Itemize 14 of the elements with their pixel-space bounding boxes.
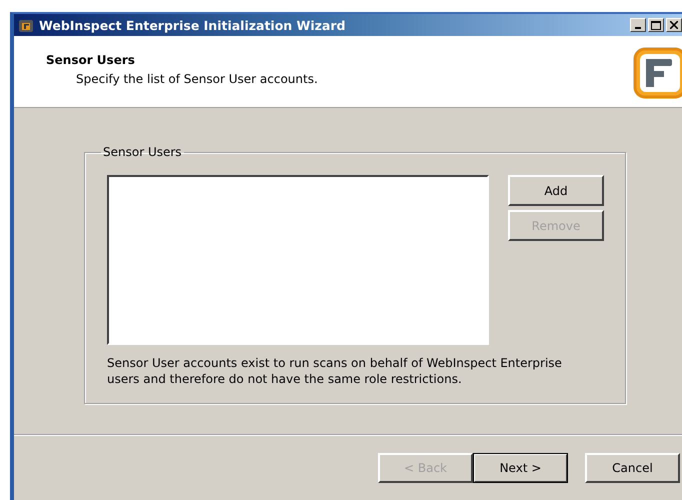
window-title: WebInspect Enterprise Initialization Wizard — [39, 18, 346, 33]
info-text: Sensor User accounts exist to run scans on behalf of WebInspect Enterprise users and therefore do not have the same role restrictions. — [107, 355, 563, 388]
page-subtitle: Specify the list of Sensor User accounts. — [75, 72, 318, 86]
app-icon — [18, 17, 34, 34]
page-title: Sensor Users — [46, 53, 136, 68]
minimize-button[interactable] — [630, 18, 646, 32]
cancel-button[interactable]: Cancel — [585, 453, 680, 484]
maximize-icon — [651, 20, 661, 30]
next-button[interactable]: Next > — [473, 453, 568, 484]
group-label: Sensor Users — [102, 145, 183, 160]
close-button[interactable] — [666, 18, 682, 32]
maximize-button[interactable] — [648, 18, 664, 32]
close-icon — [670, 21, 678, 30]
add-button[interactable]: Add — [508, 175, 604, 206]
